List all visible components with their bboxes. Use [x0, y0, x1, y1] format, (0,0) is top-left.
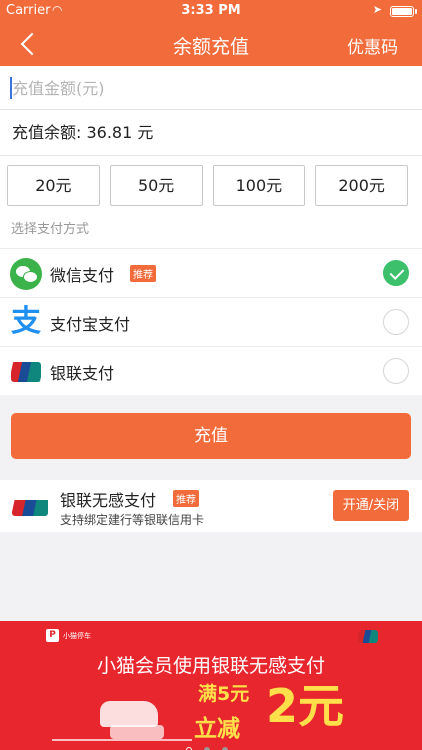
payment-option-label: 支付宝支付: [50, 315, 131, 334]
balance-text: 充值余额: 36.81 元: [0, 110, 422, 156]
payment-option-wechat[interactable]: 微信支付 推荐: [0, 248, 422, 297]
unionpay-icon: [358, 630, 378, 643]
unionpay-icon: [12, 492, 48, 516]
clock: 3:33 PM: [181, 3, 241, 18]
nav-bar: 余额充值 优惠码: [0, 22, 422, 66]
banner-reduce: 立减: [194, 716, 240, 742]
unionpay-icon: [10, 356, 42, 388]
radio-icon[interactable]: [383, 358, 409, 384]
preset-20-button[interactable]: 20元: [7, 165, 100, 206]
preset-200-button[interactable]: 200元: [315, 165, 408, 206]
lane-line: [52, 739, 192, 741]
battery-icon: [390, 6, 417, 17]
amount-row: [0, 66, 422, 110]
status-bar: Carrier ◠ 3:33 PM ➤: [0, 0, 422, 22]
radio-icon[interactable]: [383, 309, 409, 335]
banner-headline: 小猫会员使用银联无感支付: [96, 655, 325, 677]
recommend-badge: 推荐: [130, 265, 156, 282]
selected-check-icon[interactable]: [383, 260, 409, 286]
payment-section-label: 选择支付方式: [0, 212, 422, 248]
payment-option-label: 微信支付: [50, 266, 115, 285]
coupon-button[interactable]: 优惠码: [347, 33, 398, 58]
promo-banner[interactable]: P 小猫停车 小猫会员使用银联无感支付 满5元 立减 2元: [0, 621, 422, 750]
banner-amount: 2元: [266, 679, 345, 733]
amount-input[interactable]: [12, 66, 392, 110]
car-illustration: [110, 725, 164, 739]
banner-condition: 满5元: [198, 683, 250, 705]
car-illustration: [100, 701, 158, 727]
payment-option-unionpay[interactable]: 银联支付: [0, 346, 422, 395]
location-icon: ➤: [372, 3, 382, 16]
preset-100-button[interactable]: 100元: [212, 165, 306, 206]
nfc-subtitle: 支持绑定建行等银联信用卡: [60, 513, 205, 527]
recommend-badge: 推荐: [173, 490, 199, 507]
payment-option-alipay[interactable]: 支 支付宝支付: [0, 297, 422, 346]
preset-amounts: 20元 50元 100元 200元: [0, 156, 422, 212]
wechat-icon: [10, 258, 42, 290]
brand-logo: P 小猫停车: [46, 629, 91, 642]
parking-icon: P: [46, 629, 59, 642]
recharge-button[interactable]: 充值: [11, 413, 411, 459]
nfc-toggle-button[interactable]: 开通/关闭: [333, 490, 409, 521]
payment-option-label: 银联支付: [50, 364, 115, 383]
alipay-icon: 支: [11, 304, 41, 339]
nfc-title: 银联无感支付: [60, 491, 157, 510]
unionpay-nfc-row: 银联无感支付 推荐 支持绑定建行等银联信用卡 开通/关闭: [0, 480, 422, 532]
preset-50-button[interactable]: 50元: [109, 165, 203, 206]
